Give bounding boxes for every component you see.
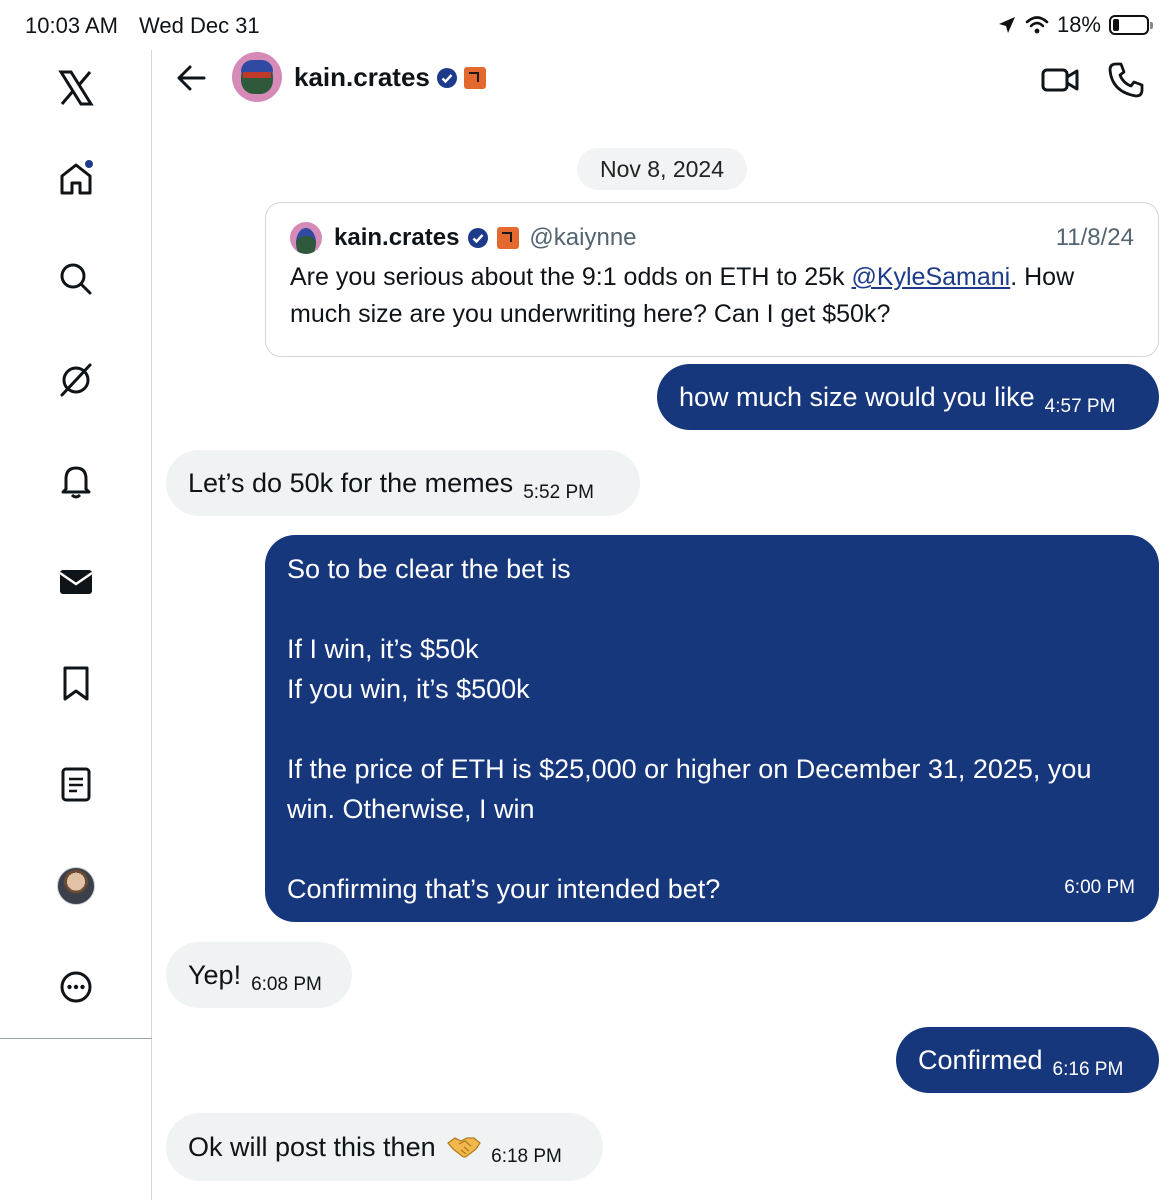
shared-post-handle: @kaiynne [529, 224, 637, 251]
bell-icon[interactable] [56, 461, 96, 501]
status-bar: 10:03 AM Wed Dec 31 18% [0, 0, 1173, 50]
verified-badge-icon [436, 67, 457, 88]
message-text: Ok will post this then [188, 1132, 436, 1162]
contact-avatar[interactable] [232, 52, 282, 102]
battery-icon [1109, 15, 1153, 35]
message-line [287, 709, 1137, 749]
contact-name-text: kain.crates [294, 62, 430, 92]
message-time: 6:00 PM [1064, 877, 1135, 898]
shared-post-card[interactable]: kain.crates @kaiynne 11/8/24 Are you ser… [265, 202, 1159, 357]
message-time: 4:57 PM [1044, 396, 1116, 417]
shared-post-date: 11/8/24 [1055, 224, 1134, 251]
message-incoming[interactable]: Let’s do 50k for the memes 5:52 PM [166, 450, 640, 516]
message-time: 6:16 PM [1052, 1059, 1124, 1080]
message-outgoing[interactable]: So to be clear the bet is If I win, it’s… [265, 535, 1159, 922]
grok-icon[interactable] [56, 360, 96, 400]
message-line: So to be clear the bet is [287, 554, 571, 584]
phone-call-icon[interactable] [1106, 60, 1146, 100]
location-arrow-icon [998, 17, 1015, 33]
bookmark-icon[interactable] [56, 663, 96, 703]
message-text: Let’s do 50k for the memes [188, 468, 514, 498]
list-icon[interactable] [56, 764, 96, 804]
home-icon[interactable] [56, 158, 96, 198]
shared-post-name: kain.crates [334, 224, 460, 251]
status-indicators: 18% [997, 12, 1153, 38]
shared-post-text: Are you serious about the 9:1 odds on ET… [290, 263, 1075, 328]
handshake-icon [447, 1137, 481, 1158]
status-date: Wed Dec 31 [139, 13, 260, 38]
wifi-icon [1025, 16, 1049, 34]
message-incoming[interactable]: Ok will post this then 6:18 PM [166, 1113, 603, 1181]
affiliate-badge-icon [497, 227, 520, 249]
message-outgoing[interactable]: Confirmed 6:16 PM [896, 1027, 1159, 1093]
message-time: 5:52 PM [523, 482, 594, 503]
shared-post-header: kain.crates @kaiynne 11/8/24 [290, 221, 1134, 255]
message-line [287, 829, 1137, 869]
search-icon[interactable] [56, 259, 96, 299]
message-text: Confirmed [918, 1045, 1043, 1075]
message-line: Confirming that’s your intended bet? [287, 874, 721, 904]
message-time: 6:18 PM [491, 1146, 562, 1167]
message-line: win. Otherwise, I win [287, 794, 535, 824]
sidebar-divider [0, 1038, 152, 1039]
contact-name[interactable]: kain.crates [294, 62, 486, 93]
message-line [287, 589, 1137, 629]
battery-percent: 18% [1056, 12, 1101, 37]
verified-badge-icon [468, 228, 489, 248]
conversation-header: kain.crates [152, 50, 1173, 110]
mail-icon[interactable] [56, 562, 96, 602]
message-line: If you win, it’s $500k [287, 674, 530, 704]
message-text: Yep! [188, 960, 242, 990]
shared-post-avatar [290, 222, 322, 254]
message-text: how much size would you like [679, 382, 1035, 412]
status-time: 10:03 AM [25, 13, 118, 38]
message-line: If the price of ETH is $25,000 or higher… [287, 754, 1092, 784]
x-logo-icon[interactable] [56, 68, 96, 108]
date-separator: Nov 8, 2024 [577, 148, 747, 190]
avatar [57, 867, 95, 905]
message-incoming[interactable]: Yep! 6:08 PM [166, 942, 352, 1008]
affiliate-badge-icon [463, 66, 486, 89]
back-arrow-icon[interactable] [172, 58, 212, 98]
sidebar [0, 50, 152, 1200]
video-call-icon[interactable] [1040, 60, 1080, 100]
more-icon[interactable] [56, 967, 96, 1007]
mention-link[interactable]: @KyleSamani [851, 263, 1010, 291]
message-time: 6:08 PM [251, 974, 322, 995]
message-line: If I win, it’s $50k [287, 634, 479, 664]
profile-avatar[interactable] [56, 866, 96, 906]
message-outgoing[interactable]: how much size would you like 4:57 PM [657, 364, 1159, 430]
